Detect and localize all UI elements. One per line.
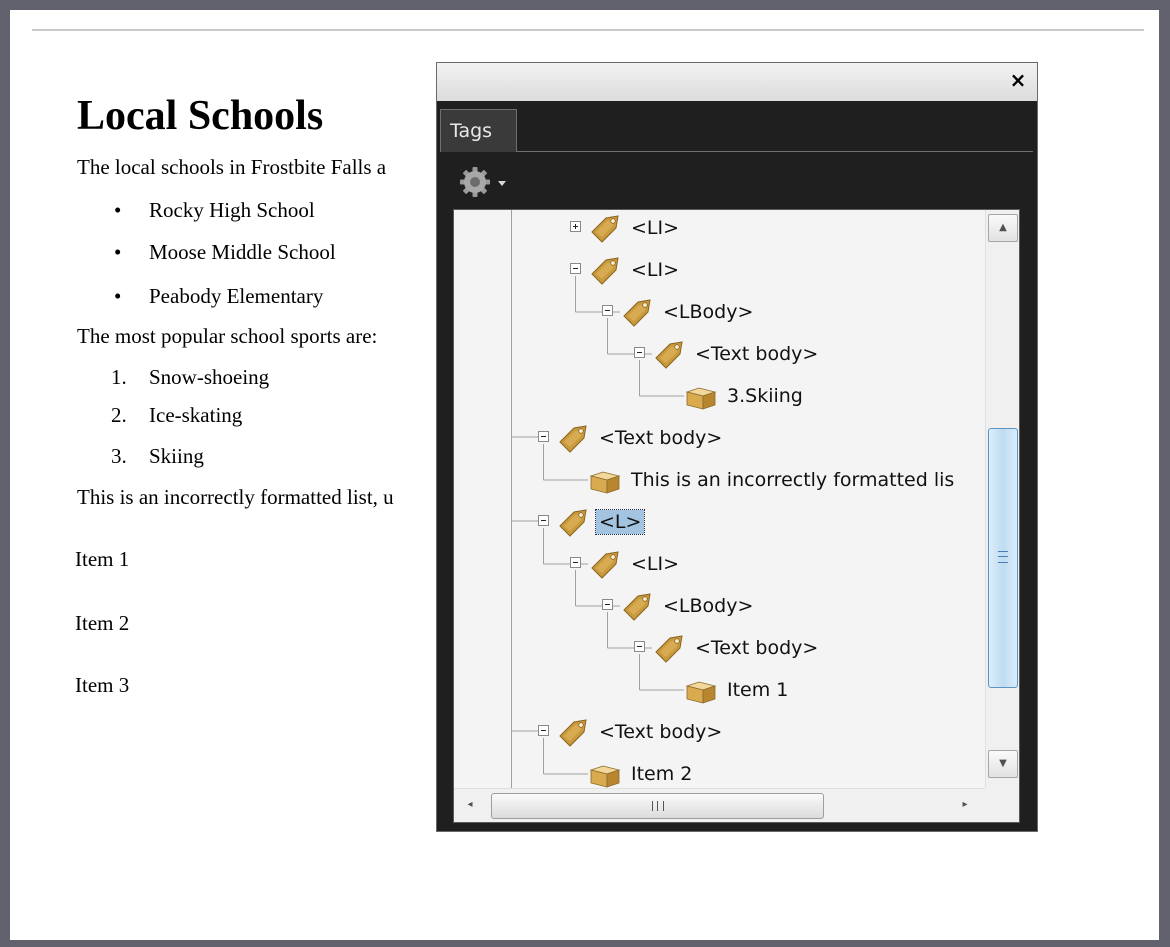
bullet-item: Rocky High School [149,198,315,222]
plain-item: Item 1 [75,547,130,571]
vertical-scrollbar[interactable]: ▲ ▼ [985,210,1019,788]
tag-icon [588,212,622,244]
tab-divider [517,151,1033,152]
tree-node-label[interactable]: <LBody> [660,300,756,324]
expand-icon[interactable] [570,221,581,232]
tree-node-label[interactable]: <Text body> [692,342,821,366]
vertical-scroll-thumb[interactable] [988,428,1018,688]
collapse-icon[interactable] [538,515,549,526]
bullet-marker: • [114,284,122,308]
bullet-item: Moose Middle School [149,240,336,264]
tree-node-label[interactable]: <LBody> [660,594,756,618]
content-box-icon [588,758,622,788]
page-title: Local Schools [77,93,324,139]
collapse-icon[interactable] [538,725,549,736]
number-marker: 1. [111,365,127,389]
tree-node-label[interactable]: <Text body> [596,720,725,744]
scroll-right-button[interactable]: ▸ [957,797,973,813]
collapse-icon[interactable] [570,263,581,274]
tags-panel: × Tags <LI> <LI> <LBody> <Text body> 3.S… [436,62,1038,832]
options-menu-button[interactable] [457,163,517,201]
tree-node-label[interactable]: <LI> [628,216,682,240]
tree-node-label[interactable]: 3.Skiing [724,384,806,408]
collapse-icon[interactable] [634,347,645,358]
collapse-icon[interactable] [570,557,581,568]
gear-icon [460,167,506,197]
tag-icon [620,590,654,622]
tree-node-label[interactable]: This is an incorrectly formatted lis [628,468,957,492]
tag-icon [652,632,686,664]
header-rule [32,29,1144,31]
tree-node-label[interactable]: Item 1 [724,678,791,702]
horizontal-scroll-thumb[interactable] [491,793,824,819]
sports-paragraph: The most popular school sports are: [77,324,378,348]
content-box-icon [588,464,622,496]
tree-node-label[interactable]: <LI> [628,552,682,576]
collapse-icon[interactable] [634,641,645,652]
tag-icon [652,338,686,370]
tag-icon [620,296,654,328]
tree-node-label[interactable]: <L> [594,509,646,535]
scrollbar-corner [985,788,1019,822]
number-marker: 2. [111,403,127,427]
bullet-marker: • [114,198,122,222]
tag-icon [588,254,622,286]
tag-icon [556,422,590,454]
number-marker: 3. [111,444,127,468]
collapse-icon[interactable] [602,599,613,610]
scroll-down-button[interactable]: ▼ [988,750,1018,778]
numbered-item: Ice-skating [149,403,243,427]
numbered-item: Snow-shoeing [149,365,270,389]
numbered-item: Skiing [149,444,204,468]
content-box-icon [684,380,718,412]
bullet-item: Peabody Elementary [149,284,324,308]
document-page: Local Schools The local schools in Frost… [10,10,1159,940]
tab-tags[interactable]: Tags [440,109,517,152]
tree-node-label[interactable]: <LI> [628,258,682,282]
tree-node-label[interactable]: <Text body> [596,426,725,450]
scroll-up-button[interactable]: ▲ [988,214,1018,242]
content-box-icon [684,674,718,706]
tree-viewport: <LI> <LI> <LBody> <Text body> 3.Skiing <Text … [454,210,985,788]
close-icon[interactable]: × [1007,69,1029,91]
tag-icon [556,716,590,748]
horizontal-scrollbar[interactable]: ◂ ▸ [454,788,985,822]
tag-icon [556,506,590,538]
incorrect-list-paragraph: This is an incorrectly formatted list, u [77,485,394,509]
tree-node-label[interactable]: Item 2 [628,762,695,786]
collapse-icon[interactable] [602,305,613,316]
panel-titlebar[interactable]: × [437,63,1037,101]
plain-item: Item 2 [75,611,130,635]
collapse-icon[interactable] [538,431,549,442]
tree-connector-lines [511,210,684,788]
bullet-marker: • [114,240,122,264]
plain-item: Item 3 [75,673,130,697]
grip-icon [998,551,1008,563]
intro-paragraph: The local schools in Frostbite Falls a [77,155,387,179]
tag-icon [588,548,622,580]
tags-tree[interactable]: <LI> <LI> <LBody> <Text body> 3.Skiing <Text … [453,209,1020,823]
scroll-left-button[interactable]: ◂ [462,797,478,813]
grip-icon [652,801,664,811]
tree-node-label[interactable]: <Text body> [692,636,821,660]
chevron-down-icon [498,181,506,186]
